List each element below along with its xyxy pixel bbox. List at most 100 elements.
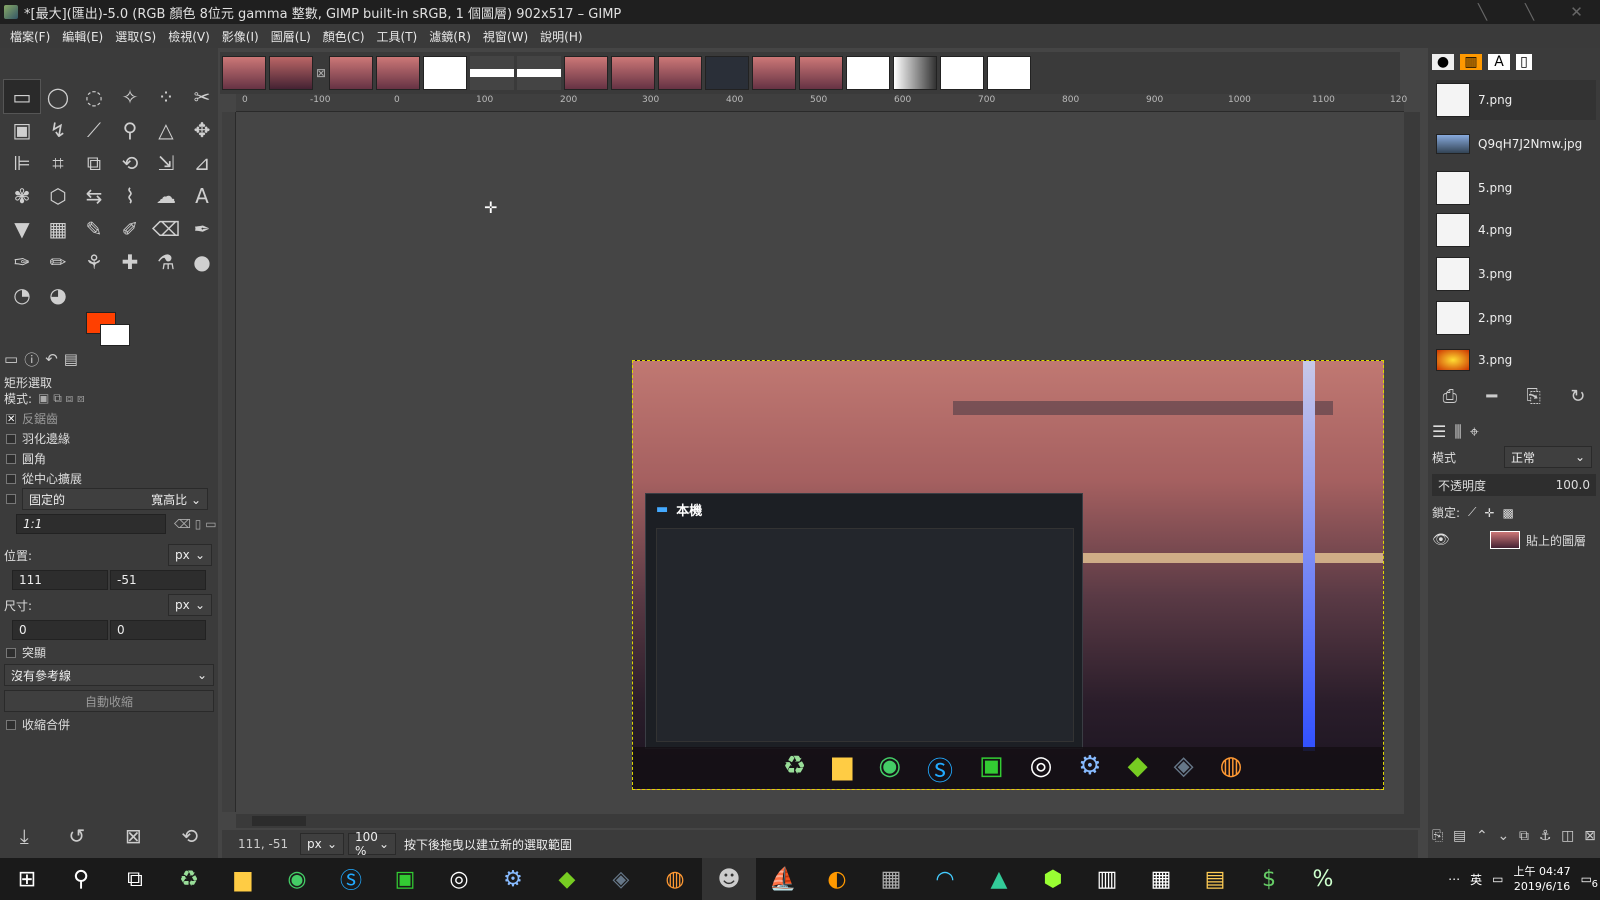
- patterns-tab-icon[interactable]: ▥: [1460, 54, 1482, 70]
- blender-icon[interactable]: ◐: [810, 858, 864, 900]
- canvas-area[interactable]: ✛ ▬ 本機 ♻ ▆ ◉ Ⓢ ▣ ◎ ⚙ ◆ ◈ ◍: [236, 112, 1420, 812]
- background-color[interactable]: [100, 324, 130, 346]
- shear-icon[interactable]: ⊿: [184, 146, 220, 179]
- mask-layer-icon[interactable]: ◫: [1561, 828, 1574, 844]
- images-tab-icon[interactable]: ▤: [64, 350, 78, 368]
- duplicate-layer-icon[interactable]: ⧉: [1519, 828, 1529, 844]
- smudge-tool-icon[interactable]: ◕: [40, 278, 76, 311]
- guides-dropdown[interactable]: 沒有參考線 ⌄: [4, 664, 214, 686]
- paths-tab-icon[interactable]: ⌖: [1470, 422, 1479, 442]
- menu-file[interactable]: 檔案(F): [4, 28, 56, 45]
- blur-icon[interactable]: ●: [184, 245, 220, 278]
- heal-icon[interactable]: ✚: [112, 245, 148, 278]
- paintbrush-icon[interactable]: ✐: [112, 212, 148, 245]
- start-icon[interactable]: ⊞: [0, 858, 54, 900]
- color-swatches[interactable]: [86, 312, 132, 352]
- menu-layer[interactable]: 圖層(L): [265, 28, 317, 45]
- mode-replace-icon[interactable]: ▣ ⧉ ⧈ ⧇: [38, 391, 85, 406]
- menu-colors[interactable]: 顏色(C): [317, 28, 371, 45]
- document-tab-icon[interactable]: ▯: [1516, 54, 1532, 70]
- refresh-icon[interactable]: ↻: [1570, 386, 1585, 407]
- menu-help[interactable]: 說明(H): [534, 28, 588, 45]
- mypaint-icon[interactable]: ✏: [40, 245, 76, 278]
- text-icon[interactable]: A: [184, 179, 220, 212]
- gimp-taskbar-icon[interactable]: ☻: [702, 858, 756, 900]
- fixed-dropdown[interactable]: 固定的 寬高比 ⌄: [22, 488, 208, 510]
- fixed-checkbox[interactable]: [6, 494, 16, 504]
- money-app-icon[interactable]: $: [1242, 858, 1296, 900]
- task-view-icon[interactable]: ⧉: [108, 858, 162, 900]
- channels-tab-icon[interactable]: ⫼: [1454, 422, 1461, 442]
- brush-item[interactable]: 5.png: [1436, 168, 1596, 208]
- unified-transform-icon[interactable]: ⧉: [76, 146, 112, 179]
- vertical-ruler[interactable]: [222, 112, 236, 812]
- new-layer-icon[interactable]: ⎘: [1432, 828, 1443, 844]
- bucket-fill-icon[interactable]: ▼: [4, 212, 40, 245]
- scissors-icon[interactable]: ✂: [184, 80, 220, 113]
- headphones-icon[interactable]: ◠: [918, 858, 972, 900]
- color-picker-icon[interactable]: ⟋: [76, 113, 112, 146]
- device-status-icon[interactable]: ⓘ: [24, 349, 39, 370]
- crop-icon[interactable]: ⌗: [40, 146, 76, 179]
- undo-history-icon[interactable]: ↶: [45, 350, 58, 368]
- image-tab-active[interactable]: [269, 56, 313, 90]
- position-x-input[interactable]: 111: [12, 570, 108, 590]
- hexagon-app-icon[interactable]: ⬢: [1026, 858, 1080, 900]
- reset-options-icon[interactable]: ⟲: [181, 824, 198, 848]
- fonts-tab-icon[interactable]: A: [1488, 54, 1510, 70]
- brush-item[interactable]: 3.png: [1436, 340, 1596, 380]
- paths-icon[interactable]: ↯: [40, 113, 76, 146]
- clock[interactable]: 上午 04:47 2019/6/16: [1513, 864, 1570, 894]
- fuzzy-select-icon[interactable]: ✧: [112, 80, 148, 113]
- menu-edit[interactable]: 編輯(E): [56, 28, 109, 45]
- image-layer[interactable]: ▬ 本機 ♻ ▆ ◉ Ⓢ ▣ ◎ ⚙ ◆ ◈ ◍: [632, 360, 1384, 790]
- ellipse-select-icon[interactable]: ◯: [40, 80, 76, 113]
- firefox-icon[interactable]: ◍: [648, 858, 702, 900]
- brush-item[interactable]: 3.png: [1436, 254, 1596, 294]
- position-y-input[interactable]: -51: [110, 570, 206, 590]
- image-tab[interactable]: [611, 56, 656, 90]
- video-app-icon[interactable]: ▦: [864, 858, 918, 900]
- rounded-checkbox[interactable]: [6, 453, 16, 464]
- horizontal-scrollbar[interactable]: [236, 814, 1420, 828]
- calculator-icon[interactable]: ▦: [1134, 858, 1188, 900]
- image-tab[interactable]: [799, 56, 844, 90]
- piano-icon[interactable]: ▥: [1080, 858, 1134, 900]
- antialias-checkbox[interactable]: ✕: [6, 413, 16, 424]
- tree-app-icon[interactable]: ▲: [972, 858, 1026, 900]
- image-tab[interactable]: [893, 56, 938, 90]
- status-unit-dropdown[interactable]: px ⌄: [300, 833, 344, 855]
- skype-icon[interactable]: Ⓢ: [324, 858, 378, 900]
- layers-tab-icon[interactable]: ☰: [1432, 422, 1446, 442]
- image-tab[interactable]: [658, 56, 703, 90]
- delete-layer-icon[interactable]: ⊠: [1584, 828, 1596, 844]
- menu-filters[interactable]: 濾鏡(R): [423, 28, 477, 45]
- gradient-icon[interactable]: ▦: [40, 212, 76, 245]
- tray-app-icon[interactable]: ▭: [1492, 872, 1503, 886]
- image-tab[interactable]: [940, 56, 985, 90]
- recycle-bin-icon[interactable]: ♻: [162, 858, 216, 900]
- measure-icon[interactable]: △: [148, 113, 184, 146]
- zoom-icon[interactable]: ⚲: [112, 113, 148, 146]
- brush-item[interactable]: Q9qH7J2Nmw.jpg: [1436, 124, 1596, 164]
- eraser-icon[interactable]: ⌫: [148, 212, 184, 245]
- menu-windows[interactable]: 視窗(W): [477, 28, 534, 45]
- image-tab[interactable]: [423, 56, 468, 90]
- ratio-icons[interactable]: ⌫ ▯ ▭: [174, 517, 217, 531]
- flip-icon[interactable]: ⇆: [76, 179, 112, 212]
- lock-pixels-icon[interactable]: ⟋: [1468, 505, 1476, 520]
- steam-icon[interactable]: ⚙: [486, 858, 540, 900]
- notification-icon[interactable]: ▭ 6: [1581, 872, 1598, 890]
- tool-options-tab-icon[interactable]: ▭: [4, 350, 18, 368]
- image-tab[interactable]: [987, 56, 1032, 90]
- music-icon[interactable]: ◎: [432, 858, 486, 900]
- close-button[interactable]: ✕: [1553, 0, 1600, 24]
- brush-item[interactable]: 7.png: [1436, 80, 1596, 120]
- layer-row[interactable]: 👁 貼上的圖層: [1432, 526, 1596, 554]
- menu-view[interactable]: 檢視(V): [162, 28, 216, 45]
- delete-brush-icon[interactable]: ━: [1486, 386, 1497, 407]
- horizontal-ruler[interactable]: 0 -100 0 100 200 300 400 500 600 700 800…: [236, 94, 1407, 112]
- highlight-checkbox[interactable]: [6, 647, 16, 658]
- lock-position-icon[interactable]: ✛: [1484, 506, 1494, 520]
- image-tab[interactable]: [705, 56, 750, 90]
